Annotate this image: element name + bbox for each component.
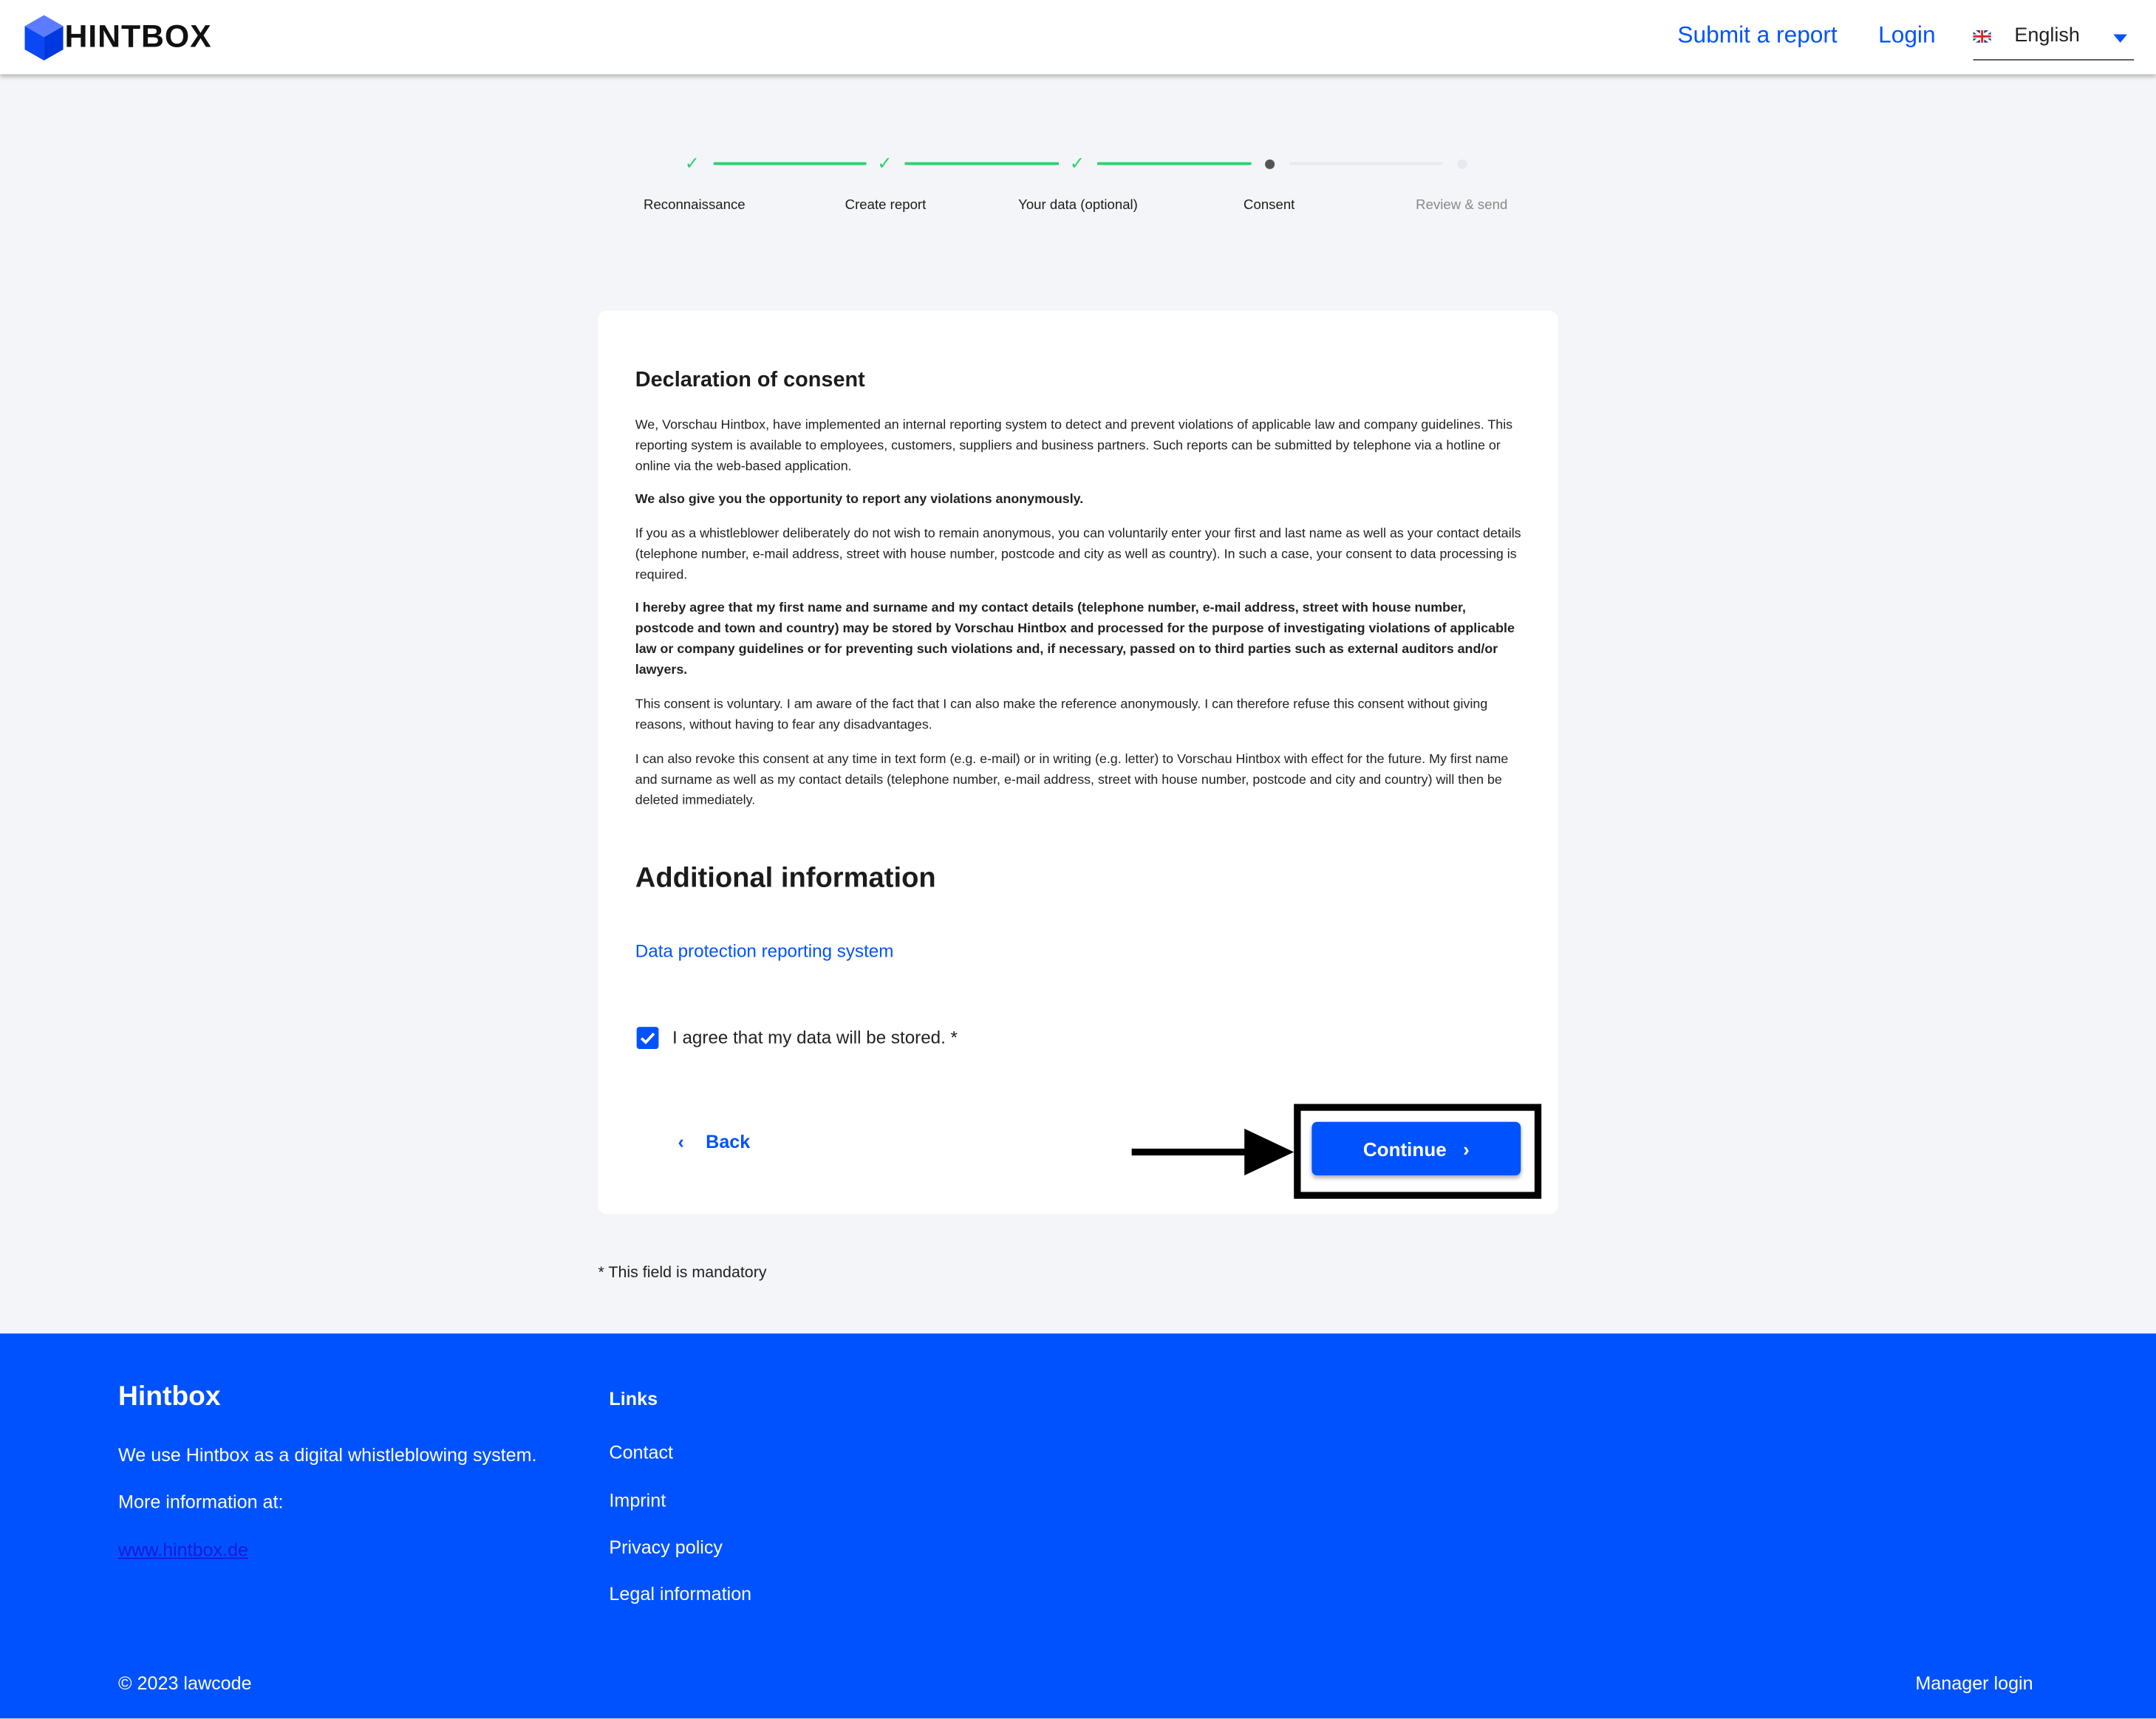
chevron-right-icon: › xyxy=(1463,1137,1470,1160)
language-label: English xyxy=(2014,24,2080,47)
chevron-left-icon: ‹ xyxy=(678,1131,684,1152)
footer-link-contact[interactable]: Contact xyxy=(609,1442,673,1463)
data-protection-link[interactable]: Data protection reporting system xyxy=(635,940,894,961)
pending-step-dot-icon xyxy=(1457,159,1467,169)
website-link[interactable]: www.hintbox.de xyxy=(118,1539,248,1560)
footer: Hintbox We use Hintbox as a digital whis… xyxy=(0,1333,2156,1719)
top-header: HINTBOX Submit a report Login English xyxy=(0,0,2156,75)
additional-info-title: Additional information xyxy=(635,861,936,894)
login-link[interactable]: Login xyxy=(1878,22,1935,49)
consent-title: Declaration of consent xyxy=(635,368,865,392)
footer-links-title: Links xyxy=(609,1388,658,1409)
back-button[interactable]: ‹ Back xyxy=(678,1132,750,1152)
continue-button[interactable]: Continue › xyxy=(1311,1121,1521,1176)
footer-description: We use Hintbox as a digital whistleblowi… xyxy=(118,1444,537,1466)
step-connector xyxy=(713,162,867,165)
mandatory-note: * This field is mandatory xyxy=(598,1265,767,1282)
brand-logo-text[interactable]: HINTBOX xyxy=(64,18,211,55)
step-your-data: Your data (optional) xyxy=(1018,197,1138,213)
checkmark-icon xyxy=(640,1032,655,1045)
submit-report-link[interactable]: Submit a report xyxy=(1677,22,1837,49)
step-review-send: Review & send xyxy=(1416,197,1508,213)
language-select[interactable]: English xyxy=(1973,19,2135,61)
consent-paragraph: If you as a whistleblower deliberately d… xyxy=(635,526,1521,584)
consent-paragraph: I can also revoke this consent at any ti… xyxy=(635,751,1509,809)
consent-paragraph: We, Vorschau Hintbox, have implemented a… xyxy=(635,417,1513,475)
footer-brand: Hintbox xyxy=(118,1381,221,1412)
manager-login-link[interactable]: Manager login xyxy=(1915,1673,2033,1694)
footer-link-privacy[interactable]: Privacy policy xyxy=(609,1537,723,1558)
agree-label[interactable]: I agree that my data will be stored. * xyxy=(672,1027,958,1048)
step-reconnaissance: Reconnaissance xyxy=(644,197,746,213)
chevron-down-icon xyxy=(2113,34,2127,43)
step-connector xyxy=(1289,162,1443,165)
footer-link-imprint[interactable]: Imprint xyxy=(609,1490,666,1511)
consent-paragraph: We also give you the opportunity to repo… xyxy=(635,492,1084,508)
consent-paragraph: This consent is voluntary. I am aware of… xyxy=(635,697,1488,733)
check-icon: ✓ xyxy=(877,152,893,174)
annotation-arrow-icon xyxy=(1131,1128,1294,1176)
copyright: © 2023 lawcode xyxy=(118,1672,252,1694)
step-consent: Consent xyxy=(1244,197,1295,213)
agree-checkbox[interactable] xyxy=(636,1027,659,1049)
step-connector xyxy=(904,162,1059,165)
current-step-dot-icon xyxy=(1265,159,1275,169)
step-connector xyxy=(1097,162,1252,165)
consent-card: Declaration of consent We, Vorschau Hint… xyxy=(598,310,1558,1214)
step-create-report: Create report xyxy=(845,197,927,213)
uk-flag-icon xyxy=(1973,30,1991,43)
consent-paragraph: I hereby agree that my first name and su… xyxy=(635,601,1515,678)
check-icon: ✓ xyxy=(1069,152,1085,174)
footer-link-legal[interactable]: Legal information xyxy=(609,1584,751,1604)
check-icon: ✓ xyxy=(684,152,700,174)
footer-more-info: More information at: xyxy=(118,1491,284,1513)
hintbox-logo-icon[interactable] xyxy=(24,15,64,61)
